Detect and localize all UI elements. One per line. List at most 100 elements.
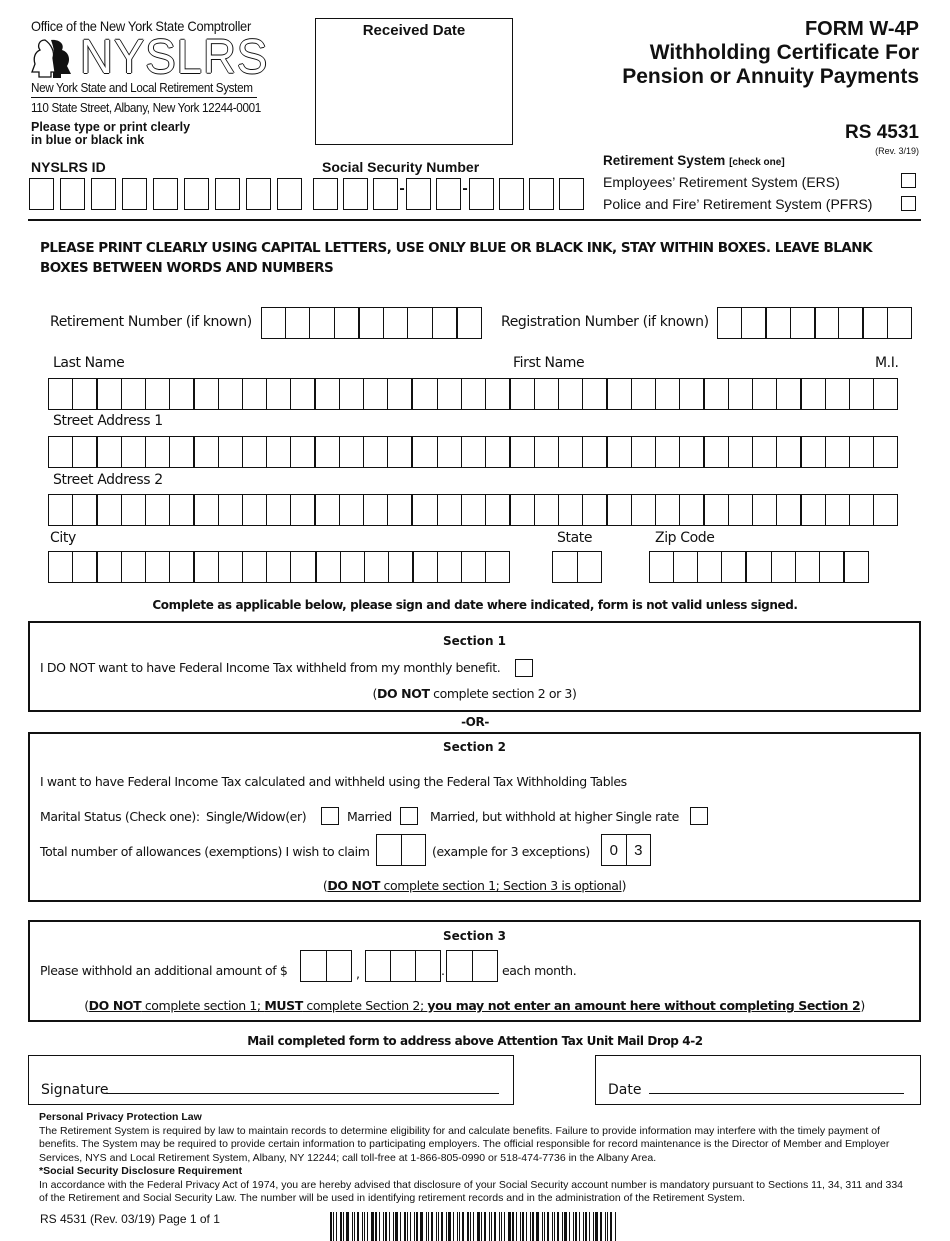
char-cell[interactable] [408, 308, 433, 338]
char-cell[interactable] [384, 308, 409, 338]
char-cell[interactable] [486, 495, 511, 525]
char-cell[interactable] [850, 495, 875, 525]
char-cell[interactable] [73, 495, 99, 525]
char-cell[interactable] [98, 437, 123, 467]
char-cell[interactable] [73, 437, 99, 467]
char-cell[interactable] [656, 437, 680, 467]
char-cell[interactable] [340, 437, 365, 467]
char-cell[interactable] [462, 552, 486, 582]
char-cell[interactable] [364, 437, 389, 467]
char-cell[interactable] [839, 308, 865, 338]
char-cell[interactable] [365, 552, 389, 582]
char-box[interactable] [184, 178, 209, 210]
char-cell[interactable] [791, 308, 816, 338]
char-cell[interactable] [656, 495, 680, 525]
char-cell[interactable] [816, 308, 840, 338]
char-cell[interactable] [632, 437, 656, 467]
char-cell[interactable] [826, 379, 851, 409]
ssn-digit-box[interactable] [343, 178, 368, 210]
char-cell[interactable] [438, 379, 462, 409]
char-cell[interactable] [49, 437, 74, 467]
married-single-rate-checkbox[interactable] [690, 807, 708, 825]
char-cell[interactable] [802, 437, 826, 467]
char-cell[interactable] [583, 437, 608, 467]
char-cell[interactable] [802, 495, 826, 525]
char-cell[interactable] [195, 495, 220, 525]
char-cell[interactable] [219, 379, 244, 409]
char-cell[interactable] [195, 379, 220, 409]
ssn-input[interactable]: -- [313, 178, 584, 210]
char-cell[interactable] [850, 437, 875, 467]
char-cell[interactable] [243, 552, 268, 582]
char-cell[interactable] [486, 552, 509, 582]
char-box[interactable] [91, 178, 116, 210]
char-cell[interactable] [583, 379, 608, 409]
married-checkbox[interactable] [400, 807, 418, 825]
char-cell[interactable] [729, 379, 753, 409]
char-cell[interactable] [705, 379, 729, 409]
street-address-1-input[interactable] [48, 436, 898, 468]
char-cell[interactable] [146, 437, 171, 467]
char-cell[interactable] [291, 552, 317, 582]
char-cell[interactable] [632, 379, 656, 409]
ssn-digit-box[interactable] [529, 178, 554, 210]
char-cell[interactable] [364, 495, 389, 525]
char-cell[interactable] [438, 495, 462, 525]
char-cell[interactable] [291, 495, 317, 525]
ssn-digit-box[interactable] [499, 178, 524, 210]
char-cell[interactable] [845, 552, 868, 582]
char-cell[interactable] [777, 437, 802, 467]
char-cell[interactable] [674, 552, 699, 582]
char-cell[interactable] [316, 495, 341, 525]
char-box[interactable] [153, 178, 178, 210]
char-cell[interactable] [73, 379, 99, 409]
char-cell[interactable] [796, 552, 820, 582]
nyslrs-id-input[interactable] [29, 178, 302, 210]
ssn-digit-box[interactable] [406, 178, 431, 210]
char-cell[interactable] [583, 495, 608, 525]
char-cell[interactable] [146, 495, 171, 525]
char-cell[interactable] [680, 379, 705, 409]
char-cell[interactable] [414, 552, 438, 582]
char-cell[interactable] [364, 379, 389, 409]
char-cell[interactable] [753, 379, 777, 409]
amount-cents-input[interactable] [446, 950, 498, 982]
char-cell[interactable] [874, 379, 897, 409]
char-cell[interactable] [535, 437, 559, 467]
char-cell[interactable] [335, 308, 360, 338]
char-cell[interactable] [753, 495, 777, 525]
state-input[interactable] [552, 551, 602, 583]
char-cell[interactable] [433, 308, 458, 338]
char-cell[interactable] [650, 552, 675, 582]
ers-checkbox[interactable] [901, 173, 916, 188]
char-cell[interactable] [698, 552, 723, 582]
char-cell[interactable] [767, 308, 791, 338]
retirement-number-input[interactable] [261, 307, 482, 339]
char-cell[interactable] [291, 379, 317, 409]
char-cell[interactable] [553, 552, 578, 582]
char-cell[interactable] [219, 437, 244, 467]
char-cell[interactable] [170, 379, 196, 409]
char-cell[interactable] [680, 437, 705, 467]
char-cell[interactable] [777, 495, 802, 525]
char-cell[interactable] [267, 552, 292, 582]
char-cell[interactable] [742, 308, 767, 338]
char-cell[interactable] [608, 437, 632, 467]
char-cell[interactable] [170, 495, 196, 525]
char-cell[interactable] [49, 495, 74, 525]
char-cell[interactable] [511, 437, 535, 467]
single-checkbox[interactable] [321, 807, 339, 825]
char-cell[interactable] [262, 308, 287, 338]
char-cell[interactable] [122, 379, 147, 409]
char-cell[interactable] [122, 495, 147, 525]
char-box[interactable] [29, 178, 54, 210]
char-cell[interactable] [559, 495, 583, 525]
char-cell[interactable] [146, 379, 171, 409]
char-cell[interactable] [705, 437, 729, 467]
char-cell[interactable] [316, 437, 341, 467]
amount-dollars-input[interactable] [365, 950, 441, 982]
char-cell[interactable] [413, 495, 438, 525]
char-cell[interactable] [286, 308, 311, 338]
char-cell[interactable] [388, 495, 414, 525]
char-cell[interactable] [462, 379, 486, 409]
